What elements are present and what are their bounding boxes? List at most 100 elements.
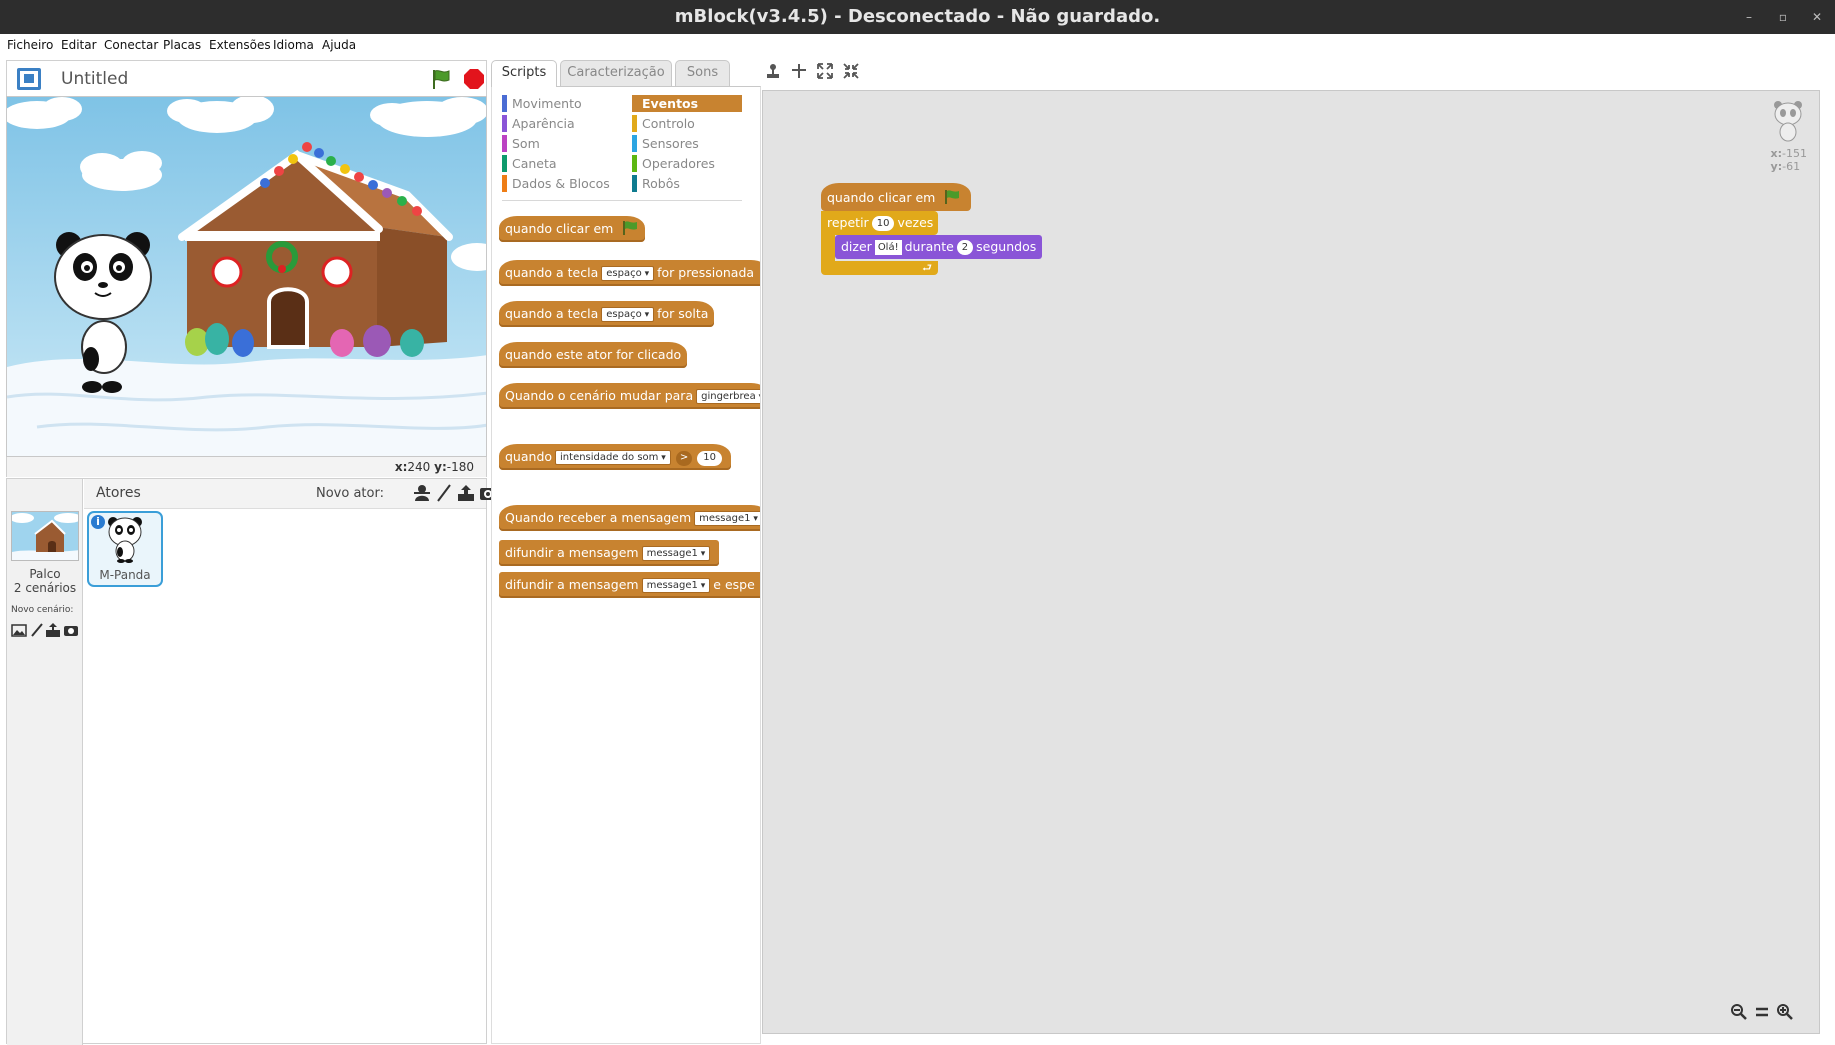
zoom-in-icon[interactable] [1776, 1003, 1794, 1021]
block-palette: Movimento Eventos Aparência Controlo Som… [491, 86, 761, 1044]
script-stack[interactable]: quando clicar em repetir 10 vezes ⮐ dizer O… [821, 183, 1061, 283]
category-dados-blocos[interactable]: Dados & Blocos [502, 175, 622, 192]
category-aparencia[interactable]: Aparência [502, 115, 622, 132]
block-broadcast-and-wait[interactable]: difundir a mensagemmessage1e espe [499, 572, 760, 598]
menu-idioma[interactable]: Idioma [273, 38, 314, 52]
sprite-x: -151 [1782, 147, 1807, 160]
category-sensores[interactable]: Sensores [632, 135, 742, 152]
delete-cut-icon[interactable] [790, 62, 808, 80]
tab-costumes[interactable]: Caracterização [560, 60, 672, 86]
maximize-button[interactable]: ▫ [1774, 8, 1792, 26]
green-flag-icon [945, 190, 960, 204]
script-repeat-block[interactable]: repetir 10 vezes [821, 211, 938, 235]
tab-sounds[interactable]: Sons [675, 60, 730, 86]
stage-label: Palco [29, 567, 61, 581]
message-dropdown[interactable]: message1 [641, 578, 711, 593]
category-robos[interactable]: Robôs [632, 175, 742, 192]
category-som[interactable]: Som [502, 135, 622, 152]
duplicate-stamp-icon[interactable] [764, 62, 782, 80]
camera-backdrop-icon[interactable] [63, 622, 79, 638]
new-backdrop-label: Novo cenário: [11, 605, 74, 615]
stage-header: Untitled [6, 60, 487, 96]
block-when-key-pressed[interactable]: quando a teclaespaçofor pressionada [499, 260, 760, 286]
sprite-y: -61 [1782, 160, 1801, 173]
gingerbread-backdrop [7, 97, 486, 456]
menu-extensoes[interactable]: Extensões [209, 38, 271, 52]
upload-backdrop-icon[interactable] [45, 622, 61, 638]
menu-bar: Ficheiro Editar Conectar Placas Extensõe… [0, 34, 1835, 58]
fullscreen-icon[interactable] [17, 68, 41, 90]
backdrop-library-icon[interactable] [11, 622, 27, 638]
menu-conectar[interactable]: Conectar [104, 38, 158, 52]
close-button[interactable]: ✕ [1808, 8, 1826, 26]
paint-sprite-icon[interactable] [434, 483, 454, 503]
title-bar: mBlock(v3.4.5) - Desconectado - Não guar… [0, 0, 1835, 34]
script-area[interactable]: x:-151 y:-61 quando clicar em repetir 10 v… [762, 90, 1820, 1034]
category-controlo[interactable]: Controlo [632, 115, 742, 132]
say-seconds-input[interactable]: 2 [956, 240, 974, 255]
zoom-reset-icon[interactable] [1753, 1003, 1771, 1021]
message-dropdown[interactable]: message1 [694, 511, 760, 526]
shrink-icon[interactable] [842, 62, 860, 80]
new-sprite-label: Novo ator: [316, 486, 384, 501]
threshold-input[interactable]: 10 [697, 451, 722, 466]
window-title: mBlock(v3.4.5) - Desconectado - Não guar… [674, 6, 1161, 27]
stage-coordinates: x:240 y:-180 [6, 457, 487, 477]
loop-arrow-icon: ⮐ [922, 261, 932, 274]
category-caneta[interactable]: Caneta [502, 155, 622, 172]
stage-thumbnail[interactable] [11, 511, 79, 561]
block-when-sensor-greater[interactable]: quandointensidade do som>10 [499, 444, 731, 470]
menu-editar[interactable]: Editar [61, 38, 97, 52]
zoom-out-icon[interactable] [1730, 1003, 1748, 1021]
block-when-sprite-clicked[interactable]: quando este ator for clicado [499, 342, 688, 368]
repeat-c-bottom: ⮐ [821, 261, 938, 275]
paint-backdrop-icon[interactable] [29, 622, 45, 638]
panda-thumbnail [108, 517, 142, 563]
green-flag-icon [623, 221, 638, 235]
green-flag-icon[interactable] [429, 67, 453, 91]
say-text-input[interactable]: Olá! [874, 240, 902, 255]
menu-ficheiro[interactable]: Ficheiro [7, 38, 53, 52]
repeat-count-input[interactable]: 10 [871, 216, 895, 231]
sprite-name: M-Panda [99, 568, 151, 582]
project-title[interactable]: Untitled [61, 69, 128, 89]
block-when-key-released[interactable]: quando a teclaespaçofor solta [499, 301, 715, 327]
script-hat-when-flag[interactable]: quando clicar em [821, 183, 971, 211]
stage-canvas[interactable] [6, 96, 487, 457]
menu-placas[interactable]: Placas [163, 38, 201, 52]
minimize-button[interactable]: – [1740, 8, 1758, 26]
sprite-info-icon[interactable]: i [91, 515, 105, 529]
mouse-y: -180 [446, 460, 474, 474]
block-broadcast[interactable]: difundir a mensagem message1 [499, 540, 720, 566]
right-scroll-edge [1822, 86, 1835, 1044]
sprite-tile-m-panda[interactable]: i M-Panda [87, 511, 163, 587]
stop-icon[interactable] [463, 68, 485, 90]
sensor-dropdown[interactable]: intensidade do som [555, 450, 671, 465]
sprite-library-icon[interactable] [412, 483, 432, 503]
sprites-panel: Palco 2 cenários Novo cenário: Atores No… [6, 478, 496, 1045]
block-when-backdrop-switches[interactable]: Quando o cenário mudar para gingerbrea [499, 383, 760, 409]
upload-sprite-icon[interactable] [456, 483, 476, 503]
category-operadores[interactable]: Operadores [632, 155, 742, 172]
palette-separator [502, 200, 742, 201]
script-say-for-secs[interactable]: dizer Olá! durante 2 segundos [835, 235, 1043, 259]
key-dropdown[interactable]: espaço [601, 266, 655, 281]
tab-scripts[interactable]: Scripts [491, 60, 557, 87]
category-eventos[interactable]: Eventos [632, 95, 742, 112]
grow-icon[interactable] [816, 62, 834, 80]
stage-column: Palco 2 cenários Novo cenário: [7, 479, 83, 1045]
repeat-c-arm [821, 235, 835, 261]
backdrop-dropdown[interactable]: gingerbrea [696, 389, 760, 404]
current-sprite-icon [1774, 101, 1802, 142]
sprites-title: Atores [96, 485, 141, 501]
mouse-x: 240 [407, 460, 431, 474]
block-when-receive-message[interactable]: Quando receber a mensagem message1 [499, 505, 760, 531]
message-dropdown[interactable]: message1 [641, 546, 711, 561]
menu-ajuda[interactable]: Ajuda [322, 38, 356, 52]
category-movimento[interactable]: Movimento [502, 95, 622, 112]
sprite-position: x:-151 y:-61 [1770, 147, 1807, 173]
stage-backdrop-count: 2 cenários [13, 581, 77, 595]
sprites-header: Atores Novo ator: [84, 479, 496, 509]
key-dropdown[interactable]: espaço [601, 307, 655, 322]
block-when-flag-clicked[interactable]: quando clicar em [499, 216, 646, 242]
